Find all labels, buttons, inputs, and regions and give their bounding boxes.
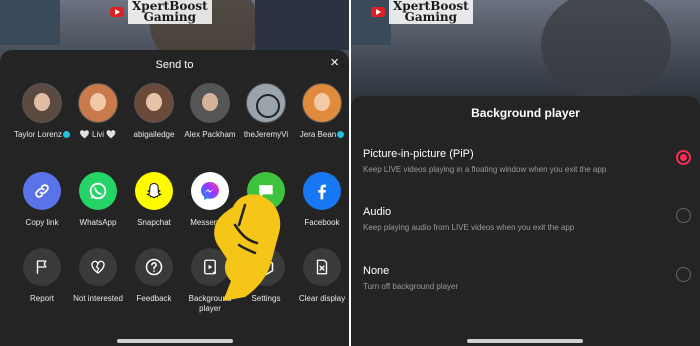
item-label: Feedback [136, 294, 172, 303]
pointing-hand-icon [214, 194, 281, 301]
channel-logo: XpertBoost Gaming [371, 0, 473, 24]
sheet-title: Send to [155, 59, 194, 71]
avatar [22, 83, 62, 123]
option-description: Keep playing audio from LIVE videos when… [363, 223, 575, 232]
option-description: Turn off background player [363, 282, 459, 291]
verified-icon [337, 131, 345, 139]
feedback-button[interactable]: Feedback [126, 248, 182, 314]
home-indicator [117, 339, 233, 343]
item-label: Clear display [298, 294, 346, 303]
avatar [246, 83, 286, 123]
background-player-panel: XpertBoost Gaming Background player Pictu… [351, 0, 700, 346]
item-label: Snapchat [137, 218, 171, 227]
sheet-title: Background player [471, 106, 580, 120]
option-description: Keep LIVE videos playing in a floating w… [363, 165, 607, 174]
contact-name: abigailedge [133, 130, 175, 139]
whatsapp-icon [79, 172, 117, 210]
whatsapp-button[interactable]: WhatsApp [70, 172, 126, 228]
live-video-background: XpertBoost Gaming [351, 0, 700, 110]
snapchat-button[interactable]: Snapchat [126, 172, 182, 228]
logo-line2: Gaming [143, 10, 197, 24]
youtube-icon [110, 7, 124, 17]
radio-audio[interactable] [676, 208, 691, 223]
radio-pip[interactable] [676, 150, 691, 165]
home-indicator [467, 339, 583, 343]
contact-item[interactable]: Alex Packham [182, 83, 238, 140]
question-icon [135, 248, 173, 286]
clear-display-icon [303, 248, 341, 286]
clear-display-button[interactable]: Clear display [294, 248, 349, 314]
item-label: Copy link [25, 218, 59, 227]
background-player-sheet: Background player Picture-in-picture (Pi… [351, 96, 700, 346]
youtube-icon [371, 7, 385, 17]
avatar [302, 83, 342, 123]
link-icon [23, 172, 61, 210]
not-interested-button[interactable]: Not interested [70, 248, 126, 314]
send-to-sheet: Send to × Taylor Lorenz 🤍 Livi 🤍 abigail… [0, 50, 349, 346]
logo-line2: Gaming [404, 10, 458, 24]
actions-row: Report Not interested Feedback Backgroun… [14, 248, 349, 314]
flag-icon [23, 248, 61, 286]
contact-list: Taylor Lorenz 🤍 Livi 🤍 abigailedge Alex … [14, 83, 349, 140]
facebook-button[interactable]: Facebook [294, 172, 349, 228]
facebook-icon [303, 172, 341, 210]
option-pip[interactable]: Picture-in-picture (PiP) Keep LIVE video… [363, 148, 691, 174]
item-label: Report [29, 294, 54, 303]
option-title: Audio [363, 206, 392, 218]
contact-item[interactable]: abigailedge [126, 83, 182, 140]
contact-name: theJeremyVi [243, 130, 289, 139]
share-options-row: Copy link WhatsApp Snapchat Messenger Fa… [14, 172, 349, 228]
contact-item[interactable]: 🤍 Livi 🤍 [70, 83, 126, 140]
item-label: Not interested [73, 294, 123, 303]
contact-name: Jera Bean [299, 130, 337, 139]
share-panel: XpertBoost Gaming Send to × Taylor Lorenz… [0, 0, 349, 346]
contact-item[interactable]: Jera Bean [294, 83, 349, 140]
report-button[interactable]: Report [14, 248, 70, 314]
item-label: Facebook [304, 218, 340, 227]
channel-logo: XpertBoost Gaming [110, 0, 212, 24]
option-title: Picture-in-picture (PiP) [363, 148, 474, 160]
contact-name: Alex Packham [184, 130, 236, 139]
option-title: None [363, 265, 390, 277]
broken-heart-icon [79, 248, 117, 286]
avatar [78, 83, 118, 123]
option-audio[interactable]: Audio Keep playing audio from LIVE video… [363, 206, 691, 232]
avatar [190, 83, 230, 123]
contact-name: 🤍 Livi 🤍 [79, 130, 117, 139]
option-none[interactable]: None Turn off background player [363, 265, 691, 291]
snapchat-icon [135, 172, 173, 210]
contact-name: Taylor Lorenz [13, 130, 63, 139]
contact-item[interactable]: Taylor Lorenz [13, 83, 71, 140]
close-icon[interactable]: × [330, 55, 339, 70]
copy-link-button[interactable]: Copy link [14, 172, 70, 228]
item-label: WhatsApp [79, 218, 117, 227]
radio-none[interactable] [676, 267, 691, 282]
avatar [134, 83, 174, 123]
contact-item[interactable]: theJeremyVi [238, 83, 294, 140]
